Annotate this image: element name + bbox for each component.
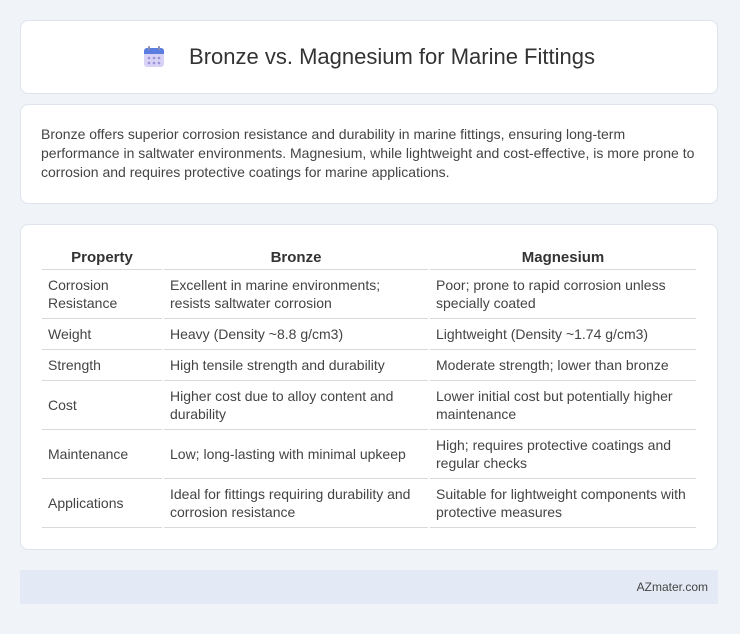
- cell-bronze: Higher cost due to alloy content and dur…: [164, 381, 428, 430]
- comparison-table: Property Bronze Magnesium Corrosion Resi…: [40, 247, 698, 528]
- page-title: Bronze vs. Magnesium for Marine Fittings: [189, 44, 595, 69]
- header-property: Property: [42, 247, 162, 270]
- cell-magnesium: Lower initial cost but potentially highe…: [430, 381, 696, 430]
- summary-text: Bronze offers superior corrosion resista…: [41, 126, 695, 180]
- cell-magnesium: Suitable for lightweight components with…: [430, 479, 696, 528]
- cell-magnesium: Moderate strength; lower than bronze: [430, 350, 696, 381]
- table-row: Weight Heavy (Density ~8.8 g/cm3) Lightw…: [42, 319, 696, 350]
- table-row: Corrosion Resistance Excellent in marine…: [42, 270, 696, 319]
- title-card: Bronze vs. Magnesium for Marine Fittings: [20, 20, 718, 94]
- table-row: Cost Higher cost due to alloy content an…: [42, 381, 696, 430]
- cell-magnesium: Poor; prone to rapid corrosion unless sp…: [430, 270, 696, 319]
- cell-bronze: Excellent in marine environments; resist…: [164, 270, 428, 319]
- footer: AZmater.com: [20, 570, 718, 604]
- cell-property: Weight: [42, 319, 162, 350]
- cell-bronze: Heavy (Density ~8.8 g/cm3): [164, 319, 428, 350]
- cell-bronze: High tensile strength and durability: [164, 350, 428, 381]
- table-header-row: Property Bronze Magnesium: [42, 247, 696, 270]
- cell-bronze: Low; long-lasting with minimal upkeep: [164, 430, 428, 479]
- cell-property: Maintenance: [42, 430, 162, 479]
- cell-property: Applications: [42, 479, 162, 528]
- table-row: Applications Ideal for fittings requirin…: [42, 479, 696, 528]
- cell-magnesium: Lightweight (Density ~1.74 g/cm3): [430, 319, 696, 350]
- cell-bronze: Ideal for fittings requiring durability …: [164, 479, 428, 528]
- table-row: Strength High tensile strength and durab…: [42, 350, 696, 381]
- summary-card: Bronze offers superior corrosion resista…: [20, 104, 718, 204]
- cell-property: Corrosion Resistance: [42, 270, 162, 319]
- comparison-table-card: Property Bronze Magnesium Corrosion Resi…: [20, 224, 718, 550]
- header-bronze: Bronze: [164, 247, 428, 270]
- cell-property: Strength: [42, 350, 162, 381]
- cell-magnesium: High; requires protective coatings and r…: [430, 430, 696, 479]
- table-row: Maintenance Low; long-lasting with minim…: [42, 430, 696, 479]
- footer-site-label: AZmater.com: [636, 580, 708, 594]
- cell-property: Cost: [42, 381, 162, 430]
- calendar-icon: [143, 46, 165, 68]
- header-magnesium: Magnesium: [430, 247, 696, 270]
